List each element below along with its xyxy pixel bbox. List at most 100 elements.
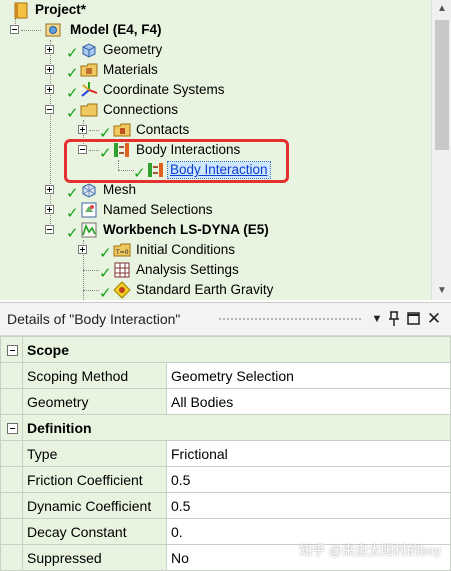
watermark: 知乎 @来自太阳村的boy [299,543,441,558]
check-icon: ✓ [66,104,79,122]
geometry-icon [82,43,96,58]
tree-label-initial-conditions: Initial Conditions [136,242,236,257]
close-icon[interactable]: ✕ [426,309,442,329]
initial-conditions-icon: T=0 [113,243,131,257]
check-icon: ✓ [66,224,79,242]
property-name: Type [22,440,167,467]
highlight-box [64,139,289,183]
tree-label-mesh: Mesh [103,182,137,197]
svg-text:T=0: T=0 [115,249,129,256]
expand-toggle[interactable] [78,125,87,134]
details-panel: Details of "Body Interaction" ▼ ✕ Scope … [0,302,451,571]
expand-toggle[interactable] [45,205,54,214]
details-header: Details of "Body Interaction" ▼ ✕ [0,303,451,336]
tree-item-named-selections[interactable]: ✓ Named Selections [0,200,431,222]
tree-item-workbench-ls-dyna[interactable]: ✓ Workbench LS-DYNA (E5) [0,220,431,242]
model-icon [45,23,61,37]
panel-grip[interactable] [218,317,363,322]
property-name: Geometry [22,388,167,415]
tree-label-workbench-ls-dyna: Workbench LS-DYNA (E5) [103,222,269,237]
materials-icon [80,63,98,77]
section-label: Scope [22,336,451,363]
tree-label-coordinate-systems: Coordinate Systems [103,82,225,97]
property-name: Suppressed [22,544,167,571]
tree-label-model: Model (E4, F4) [70,22,162,37]
outline-tree[interactable]: Project* Model (E4, F4) ✓ Geometry ✓ Mat… [0,0,451,300]
tree-scrollbar[interactable]: ▲ ▼ [431,0,451,300]
table-row[interactable]: Geometry All Bodies [0,388,451,415]
property-value[interactable]: 0.5 [166,492,451,519]
collapse-icon[interactable] [7,423,18,435]
tree-item-initial-conditions[interactable]: ✓ T=0 Initial Conditions [0,240,431,262]
expand-toggle[interactable] [45,65,54,74]
pin-icon[interactable] [386,309,402,329]
expand-toggle[interactable] [45,185,54,194]
section-definition[interactable]: Definition [0,414,451,441]
scroll-thumb[interactable] [435,20,449,150]
tree-item-mesh[interactable]: ✓ Mesh [0,180,431,202]
tree-label-geometry: Geometry [103,42,163,57]
tree-item-materials[interactable]: ✓ Materials [0,60,431,82]
tree-label-standard-earth-gravity: Standard Earth Gravity [136,282,274,297]
check-icon: ✓ [66,64,79,82]
tree-label-connections: Connections [103,102,179,117]
tree-item-standard-earth-gravity[interactable]: ✓ Standard Earth Gravity [0,280,431,300]
expand-toggle[interactable] [78,245,87,254]
tree-item-contacts[interactable]: ✓ Contacts [0,120,431,142]
collapse-icon[interactable] [7,345,18,357]
check-icon: ✓ [99,124,112,142]
tree-label-materials: Materials [103,62,158,77]
tree-label-analysis-settings: Analysis Settings [136,262,239,277]
tree-label-contacts: Contacts [136,122,190,137]
analysis-settings-icon [114,262,130,278]
section-scope[interactable]: Scope [0,336,451,363]
property-value[interactable]: All Bodies [166,388,451,415]
named-selections-icon [81,202,97,218]
details-grid: Scope Scoping Method Geometry Selection … [0,336,451,571]
gravity-icon [113,281,131,299]
dropdown-arrow-icon[interactable]: ▼ [369,309,385,329]
table-row[interactable]: Type Frictional [0,440,451,467]
details-title: Details of "Body Interaction" [7,311,181,327]
tree-item-geometry[interactable]: ✓ Geometry [0,40,431,62]
mesh-icon [82,183,96,198]
tree-item-analysis-settings[interactable]: ✓ Analysis Settings [0,260,431,282]
check-icon: ✓ [99,264,112,282]
check-icon: ✓ [99,284,112,301]
expand-toggle[interactable] [45,45,54,54]
tree-item-model[interactable]: Model (E4, F4) [0,20,431,40]
check-icon: ✓ [66,44,79,62]
property-name: Decay Constant [22,518,167,545]
connections-icon [80,103,98,117]
property-name: Dynamic Coefficient [22,492,167,519]
check-icon: ✓ [66,184,79,202]
tree-item-coordinate-systems[interactable]: ✓ Coordinate Systems [0,80,431,102]
section-label: Definition [22,414,451,441]
check-icon: ✓ [66,84,79,102]
tree-label-project: Project* [35,2,87,17]
property-name: Friction Coefficient [22,466,167,493]
table-row[interactable]: Scoping Method Geometry Selection [0,362,451,389]
property-value[interactable]: Geometry Selection [166,362,451,389]
check-icon: ✓ [99,244,112,262]
check-icon: ✓ [66,204,79,222]
table-row[interactable]: Friction Coefficient 0.5 [0,466,451,493]
table-row[interactable]: Dynamic Coefficient 0.5 [0,492,451,519]
tree-item-project[interactable]: Project* [0,0,431,20]
property-value[interactable]: 0.5 [166,466,451,493]
expand-toggle[interactable] [45,85,54,94]
collapse-toggle[interactable] [45,105,54,114]
maximize-icon[interactable] [405,309,421,329]
collapse-toggle[interactable] [10,25,19,34]
tree-label-named-selections: Named Selections [103,202,213,217]
property-name: Scoping Method [22,362,167,389]
tree-item-connections[interactable]: ✓ Connections [0,100,431,122]
scroll-up-icon[interactable]: ▲ [432,0,451,18]
project-icon [14,2,28,19]
scroll-down-icon[interactable]: ▼ [432,282,451,300]
property-value[interactable]: Frictional [166,440,451,467]
coordinate-systems-icon [81,82,98,97]
ls-dyna-analysis-icon [81,222,97,238]
collapse-toggle[interactable] [45,225,54,234]
contacts-icon [113,123,131,137]
